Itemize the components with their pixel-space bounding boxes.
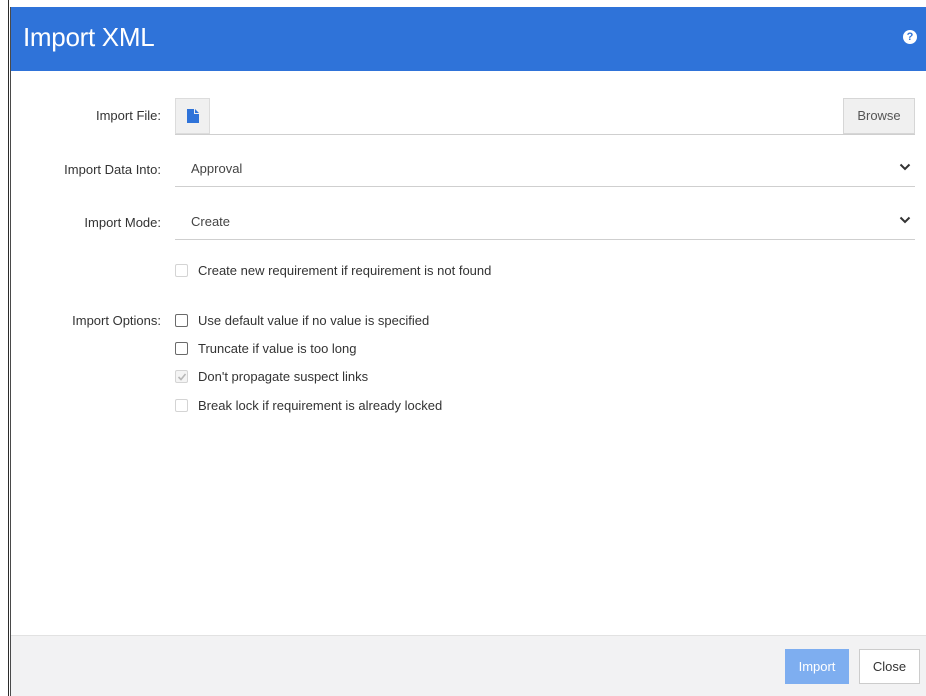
import-data-into-value: Approval xyxy=(191,161,243,176)
close-button[interactable]: Close xyxy=(859,649,920,684)
import-mode-select[interactable]: Create xyxy=(175,205,915,240)
dialog-footer: Import Close xyxy=(11,635,926,696)
file-icon xyxy=(187,109,199,123)
default-value-checkbox[interactable] xyxy=(175,314,188,327)
question-circle-icon[interactable]: ? xyxy=(903,30,917,44)
browse-button[interactable]: Browse xyxy=(843,98,915,134)
create-new-requirement-checkbox[interactable] xyxy=(175,264,188,277)
dialog-title: Import XML xyxy=(23,22,155,52)
break-lock-checkbox[interactable] xyxy=(175,399,188,412)
truncate-checkbox[interactable] xyxy=(175,342,188,355)
checkmark-icon xyxy=(177,373,187,381)
window-edge xyxy=(8,0,9,696)
dialog-header: Import XML ? xyxy=(11,7,926,71)
import-options-label: Import Options: xyxy=(72,313,161,328)
break-lock-label: Break lock if requirement is already loc… xyxy=(198,398,443,413)
import-button[interactable]: Import xyxy=(785,649,849,684)
import-file-field[interactable]: Browse xyxy=(175,98,915,135)
suspect-links-label: Don't propagate suspect links xyxy=(198,369,369,384)
file-icon-box[interactable] xyxy=(175,98,210,134)
truncate-label: Truncate if value is too long xyxy=(198,341,357,356)
import-data-into-label: Import Data Into: xyxy=(64,162,161,177)
chevron-down-icon xyxy=(899,163,911,171)
create-new-requirement-label: Create new requirement if requirement is… xyxy=(198,263,492,278)
import-mode-label: Import Mode: xyxy=(84,215,161,230)
default-value-label: Use default value if no value is specifi… xyxy=(198,313,430,328)
import-mode-value: Create xyxy=(191,214,231,229)
suspect-links-checkbox[interactable] xyxy=(175,370,188,383)
import-data-into-select[interactable]: Approval xyxy=(175,152,915,187)
import-xml-dialog: Import XML ? Import File: Browse Import … xyxy=(10,7,926,696)
chevron-down-icon xyxy=(899,216,911,224)
import-file-label: Import File: xyxy=(95,108,161,123)
